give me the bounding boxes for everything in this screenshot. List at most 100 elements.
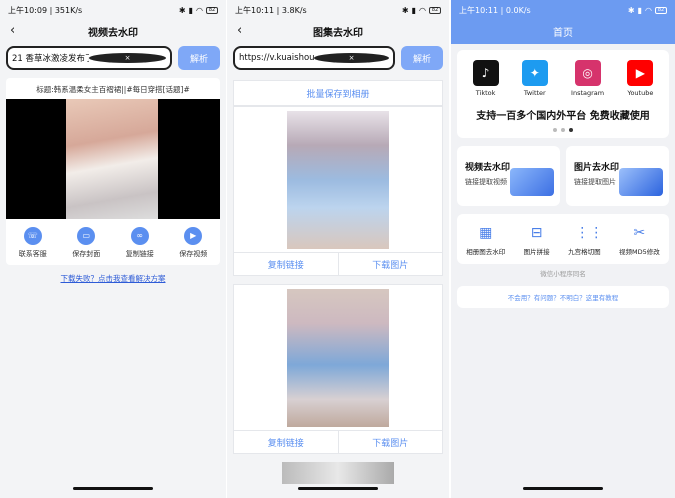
feature-grid: ▦ 相册图去水印 ⊟ 图片拼接 ⋮⋮ 九宫格切图 ✂ 视频MD5修改 bbox=[457, 214, 669, 264]
image-icon: ▭ bbox=[77, 227, 96, 245]
url-input[interactable]: 21 香草冰激凌发布了一篇小红书笔记 × bbox=[6, 46, 172, 70]
video-frame bbox=[66, 99, 158, 219]
status-bar: 上午10:09 | 351K/s ✱ ▮ ◠ 82 bbox=[0, 0, 226, 20]
platform-tiktok[interactable]: ♪ Tiktok bbox=[472, 60, 499, 97]
result-card: 标题:韩系温柔女主百褶裙||#每日穿搭[话题]# ☏ 联系客服 ▭ 保存封面 ∞ 复制… bbox=[6, 78, 220, 265]
copy-link-button[interactable]: 复制链接 bbox=[234, 253, 339, 275]
action-label: 保存封面 bbox=[72, 250, 101, 258]
video-watermark-card[interactable]: 视频去水印 链接提取视频 bbox=[457, 146, 560, 206]
platform-label: Youtube bbox=[627, 89, 654, 97]
status-time: 上午10:11 bbox=[235, 5, 275, 15]
video-title: 标题:韩系温柔女主百褶裙||#每日穿搭[话题]# bbox=[36, 85, 190, 94]
platform-youtube[interactable]: ▶ Youtube bbox=[627, 60, 654, 97]
album-watermark-item[interactable]: ▦ 相册图去水印 bbox=[466, 224, 505, 256]
signal-icon: ▮ bbox=[411, 5, 417, 15]
platform-twitter[interactable]: ✦ Twitter bbox=[521, 60, 548, 97]
image-stitch-item[interactable]: ⊟ 图片拼接 bbox=[524, 224, 550, 256]
action-label: 复制链接 bbox=[125, 250, 154, 258]
gallery-image[interactable] bbox=[282, 462, 394, 484]
signal-icon: ▮ bbox=[637, 5, 643, 15]
battery-icon: 82 bbox=[206, 6, 218, 14]
page-title: 视频去水印 bbox=[88, 27, 138, 39]
image-chart-icon bbox=[619, 168, 663, 196]
save-video-button[interactable]: ▶ 保存视频 bbox=[179, 227, 207, 259]
battery-icon: 82 bbox=[655, 6, 667, 14]
video-md5-item[interactable]: ✂ 视频MD5修改 bbox=[619, 224, 660, 256]
url-row: 21 香草冰激凌发布了一篇小红书笔记 × 解析 bbox=[0, 42, 226, 74]
image-watermark-card[interactable]: 图片去水印 链接提取图片 bbox=[566, 146, 669, 206]
carousel-dots[interactable] bbox=[461, 128, 665, 132]
video-watermark-screen: 上午10:09 | 351K/s ✱ ▮ ◠ 82 ‹ 视频去水印 21 香草冰激凌发… bbox=[0, 0, 226, 498]
url-input-value: 21 香草冰激凌发布了一篇小红书笔记 bbox=[12, 54, 89, 64]
status-speed: 351K/s bbox=[54, 5, 83, 15]
instagram-icon: ◎ bbox=[574, 60, 601, 86]
contact-service-button[interactable]: ☏ 联系客服 bbox=[19, 227, 47, 259]
status-time: 上午10:09 bbox=[8, 5, 48, 15]
tools-icon: ✂ bbox=[633, 225, 646, 241]
download-image-button[interactable]: 下载图片 bbox=[339, 253, 443, 275]
gallery-watermark-screen: 上午10:11 | 3.8K/s ✱ ▮ ◠ 82 ‹ 图集去水印 https://v… bbox=[227, 0, 449, 498]
gallery-image[interactable] bbox=[287, 110, 389, 249]
parse-button[interactable]: 解析 bbox=[401, 46, 443, 70]
gallery-image[interactable] bbox=[287, 288, 389, 427]
download-image-button[interactable]: 下载图片 bbox=[339, 431, 443, 453]
clear-icon[interactable]: × bbox=[314, 53, 389, 63]
grid-cut-item[interactable]: ⋮⋮ 九宫格切图 bbox=[568, 224, 604, 256]
video-play-icon bbox=[510, 168, 554, 196]
action-label: 保存视频 bbox=[179, 250, 208, 258]
tool-cards: 视频去水印 链接提取视频 图片去水印 链接提取图片 bbox=[457, 146, 669, 206]
bluetooth-icon: ✱ bbox=[401, 5, 409, 15]
save-cover-button[interactable]: ▭ 保存封面 bbox=[72, 227, 100, 259]
url-input-value: https://v.kuaishou.com/llbpdz bbox=[239, 53, 314, 63]
youtube-icon: ▶ bbox=[627, 60, 654, 86]
platform-label: Instagram bbox=[571, 89, 605, 97]
page-title: 图集去水印 bbox=[313, 27, 363, 39]
bulk-save-button[interactable]: 批量保存到相册 bbox=[233, 80, 443, 106]
copy-link-button[interactable]: ∞ 复制链接 bbox=[126, 227, 154, 259]
banner-text: 支持一百多个国内外平台 免费收藏使用 bbox=[476, 111, 650, 122]
grid-label: 相册图去水印 bbox=[466, 248, 506, 256]
wifi-icon: ◠ bbox=[645, 5, 652, 15]
twitter-icon: ✦ bbox=[521, 60, 548, 86]
headset-icon: ☏ bbox=[23, 227, 42, 245]
status-speed: 3.8K/s bbox=[281, 5, 307, 15]
url-input[interactable]: https://v.kuaishou.com/llbpdz × bbox=[233, 46, 395, 70]
back-chevron-icon[interactable]: ‹ bbox=[237, 23, 242, 38]
video-icon: ▶ bbox=[184, 227, 203, 245]
url-row: https://v.kuaishou.com/llbpdz × 解析 bbox=[227, 42, 449, 74]
parse-button[interactable]: 解析 bbox=[178, 46, 220, 70]
video-player[interactable] bbox=[6, 99, 220, 219]
back-chevron-icon[interactable]: ‹ bbox=[10, 23, 15, 38]
home-indicator bbox=[523, 487, 603, 490]
nine-grid-icon: ⋮⋮ bbox=[575, 225, 604, 241]
platform-label: Tiktok bbox=[475, 89, 496, 97]
link-icon: ∞ bbox=[130, 227, 149, 245]
clear-icon[interactable]: × bbox=[89, 53, 166, 63]
mini-program-note: 微信小程序同名 bbox=[540, 270, 586, 278]
platform-instagram[interactable]: ◎ Instagram bbox=[571, 60, 604, 97]
action-row: ☏ 联系客服 ▭ 保存封面 ∞ 复制链接 ▶ 保存视频 bbox=[6, 219, 220, 265]
status-bar: 上午10:11 | 0.0K/s ✱ ▮ ◠ 82 bbox=[451, 0, 675, 20]
grid-label: 九宫格切图 bbox=[568, 248, 601, 256]
page-title: 首页 bbox=[553, 28, 573, 39]
action-label: 联系客服 bbox=[18, 250, 47, 258]
home-indicator bbox=[73, 487, 153, 490]
battery-icon: 82 bbox=[429, 6, 441, 14]
home-indicator bbox=[298, 487, 378, 490]
screenshot-collage: 上午10:09 | 351K/s ✱ ▮ ◠ 82 ‹ 视频去水印 21 香草冰激凌发… bbox=[0, 0, 675, 498]
nav-bar: ‹ 图集去水印 bbox=[227, 20, 449, 42]
tutorial-link[interactable]: 不会用？有问题？不明白？这里有教程 bbox=[457, 286, 669, 308]
tiktok-icon: ♪ bbox=[472, 60, 499, 86]
platform-label: Twitter bbox=[523, 89, 546, 97]
bluetooth-icon: ✱ bbox=[178, 5, 186, 15]
bluetooth-icon: ✱ bbox=[627, 5, 635, 15]
nav-bar: ‹ 视频去水印 bbox=[0, 20, 226, 42]
mosaic-icon: ▦ bbox=[479, 225, 493, 241]
image-card: 复制链接 下载图片 bbox=[233, 284, 443, 454]
help-link[interactable]: 下载失败？点击我查看解决方案 bbox=[0, 269, 226, 284]
copy-link-button[interactable]: 复制链接 bbox=[234, 431, 339, 453]
status-time: 上午10:11 bbox=[459, 5, 499, 15]
wifi-icon: ◠ bbox=[419, 5, 426, 15]
platform-carousel: ♪ Tiktok ✦ Twitter ◎ Instagram ▶ Youtube 支持一… bbox=[457, 50, 669, 138]
signal-icon: ▮ bbox=[188, 5, 194, 15]
